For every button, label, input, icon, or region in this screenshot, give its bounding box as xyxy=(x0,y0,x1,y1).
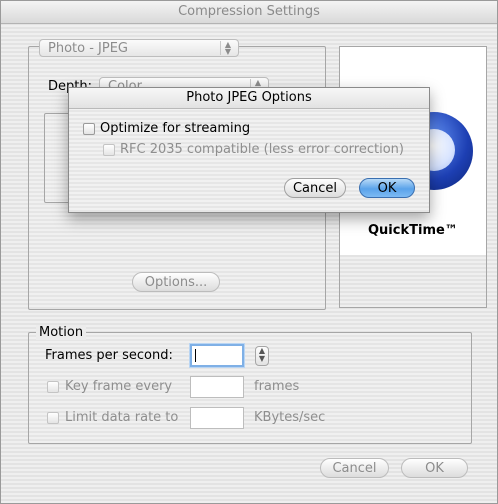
keyframe-unit: frames xyxy=(254,379,300,394)
limit-rate-input[interactable] xyxy=(190,407,244,429)
text-cursor xyxy=(195,349,196,362)
motion-group-label: Motion xyxy=(36,325,87,340)
rfc2035-label: RFC 2035 compatible (less error correcti… xyxy=(120,142,404,157)
optimize-streaming-checkbox[interactable] xyxy=(83,123,95,135)
sheet-ok-button[interactable]: OK xyxy=(359,178,415,198)
rfc2035-checkbox[interactable] xyxy=(103,144,115,156)
popup-arrows-icon: ▲▼ xyxy=(220,41,235,56)
limit-rate-label: Limit data rate to xyxy=(65,410,179,425)
options-button[interactable]: Options... xyxy=(132,272,220,292)
photo-jpeg-options-sheet: Photo JPEG Options Optimize for streamin… xyxy=(68,87,430,213)
ok-button[interactable]: OK xyxy=(401,458,468,478)
sheet-title: Photo JPEG Options xyxy=(69,88,429,109)
optimize-streaming-label: Optimize for streaming xyxy=(100,121,251,136)
quicktime-brand-text: QuickTime™ xyxy=(368,223,458,238)
compressor-type-popup[interactable]: Photo - JPEG ▲ ▼ xyxy=(39,39,239,57)
compressor-type-value: Photo - JPEG xyxy=(48,41,128,56)
fps-label: Frames per second: xyxy=(45,348,173,363)
fps-input[interactable] xyxy=(190,344,244,367)
keyframe-checkbox[interactable] xyxy=(47,381,59,393)
limit-rate-unit: KBytes/sec xyxy=(254,410,326,425)
cancel-button[interactable]: Cancel xyxy=(320,458,389,478)
limit-rate-checkbox[interactable] xyxy=(47,412,59,424)
keyframe-input[interactable] xyxy=(190,376,244,398)
fps-stepper[interactable]: ▲ ▼ xyxy=(255,346,269,366)
sheet-cancel-button[interactable]: Cancel xyxy=(284,178,346,198)
keyframe-label: Key frame every xyxy=(65,379,173,394)
window-title: Compression Settings xyxy=(1,1,497,24)
compression-settings-window: Compression Settings Photo - JPEG ▲▼ Dep… xyxy=(0,0,498,504)
